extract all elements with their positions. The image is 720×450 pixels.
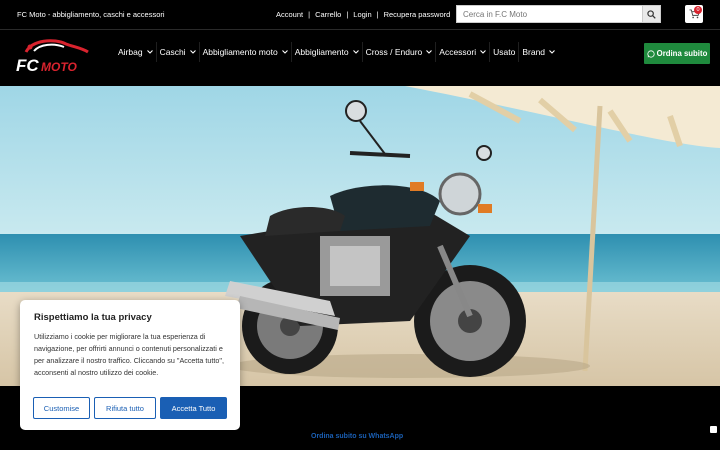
nav-label: Brand <box>522 47 546 57</box>
separator: | <box>308 10 311 19</box>
chevron-down-icon <box>352 50 359 54</box>
nav-item-caschi[interactable]: Caschi <box>157 42 200 62</box>
chevron-down-icon <box>549 50 555 54</box>
nav-label: Accessori <box>439 47 477 57</box>
svg-text:FC: FC <box>16 56 39 75</box>
chevron-down-icon <box>146 50 153 54</box>
order-button-label: Ordina subito <box>656 49 708 58</box>
recover-password-link[interactable]: Recupera password <box>384 10 451 19</box>
cart-count-badge: 0 <box>694 6 702 14</box>
separator: | <box>376 10 379 19</box>
chevron-down-icon <box>281 50 288 54</box>
accept-all-button[interactable]: Accetta Tutto <box>160 397 227 419</box>
reject-all-button[interactable]: Rifiuta tutto <box>94 397 156 419</box>
chevron-down-icon <box>480 50 487 54</box>
cookie-title: Rispettiamo la tua privacy <box>34 312 152 323</box>
cart-link[interactable]: Carrello <box>315 10 341 19</box>
cookie-text: Utilizziamo i cookie per migliorare la t… <box>34 332 224 377</box>
nav-label: Abbigliamento moto <box>202 47 278 57</box>
main-menu: Airbag Caschi Abbigliamento moto Abbigli… <box>115 42 558 62</box>
chevron-down-icon <box>426 50 433 54</box>
cart-button[interactable]: 0 <box>685 5 703 23</box>
top-links: Account | Carrello | Login | Recupera pa… <box>276 10 450 19</box>
nav-item-abbigliamento-moto[interactable]: Abbigliamento moto <box>200 42 292 62</box>
nav-item-abbigliamento[interactable]: Abbigliamento <box>292 42 363 62</box>
nav-label: Usato <box>493 47 516 57</box>
fc-moto-logo: FC MOTO <box>16 39 89 75</box>
nav-item-usato[interactable]: Usato <box>490 42 520 62</box>
cookie-consent-dialog: Rispettiamo la tua privacy Utilizziamo i… <box>20 300 240 430</box>
site-tagline: FC Moto - abbigliamento, caschi e access… <box>17 10 165 19</box>
nav-item-cross-enduro[interactable]: Cross / Enduro <box>363 42 437 62</box>
chevron-down-icon <box>189 50 196 54</box>
nav-label: Caschi <box>159 47 186 57</box>
search-icon <box>647 9 656 19</box>
nav-label: Airbag <box>118 47 143 57</box>
site-logo[interactable]: FC MOTO <box>14 38 94 76</box>
search-box <box>456 5 661 23</box>
nav-item-accessori[interactable]: Accessori <box>436 42 491 62</box>
order-now-whatsapp-button[interactable]: Ordina subito <box>644 43 710 64</box>
top-bar: FC Moto - abbigliamento, caschi e access… <box>0 0 720 29</box>
nav-label: Abbigliamento <box>294 47 349 57</box>
svg-text:MOTO: MOTO <box>41 60 77 74</box>
nav-item-airbag[interactable]: Airbag <box>115 42 157 62</box>
search-button[interactable] <box>642 6 660 22</box>
account-link[interactable]: Account <box>276 10 303 19</box>
chat-widget-button[interactable] <box>710 426 717 433</box>
whatsapp-icon <box>647 49 655 58</box>
customise-button[interactable]: Customise <box>33 397 90 419</box>
login-link[interactable]: Login <box>353 10 371 19</box>
cookie-buttons: Customise Rifiuta tutto Accetta Tutto <box>33 397 227 419</box>
nav-label: Cross / Enduro <box>365 47 423 57</box>
whatsapp-order-link[interactable]: Ordina subito su WhatsApp <box>311 433 403 440</box>
nav-item-brand[interactable]: Brand <box>519 42 558 62</box>
separator: | <box>346 10 349 19</box>
search-input[interactable] <box>457 6 643 22</box>
